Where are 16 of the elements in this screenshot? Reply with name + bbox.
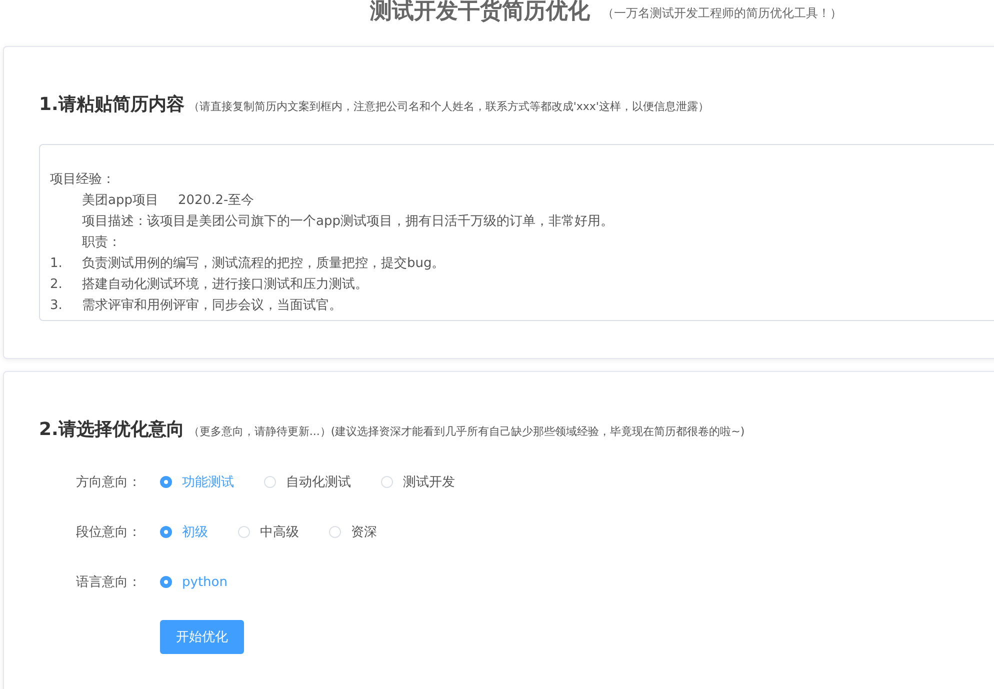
section-note: （更多意向，请静待更新...）(建议选择资深才能看到几乎所有自己缺少那些领域经验，毕竟现在简历都很卷的啦~): [188, 424, 745, 439]
radio-button[interactable]: [160, 526, 172, 538]
radio-button[interactable]: [160, 476, 172, 488]
option-label: 语言意向：: [76, 574, 142, 591]
option-label: 方向意向：: [76, 474, 142, 491]
radio-label[interactable]: 测试开发: [403, 473, 455, 491]
section-note: （请直接复制简历内文案到框内，注意把公司名和个人姓名，联系方式等都改成'xxx'这样，以便信息泄露）: [188, 99, 709, 114]
resume-textarea[interactable]: 项目经验： 美团app项目 2020.2-至今 项目描述：该项目是美团公司旗下的一个app测试项目，拥有日活千万级的订单，非常好用。 职责： 1. 负责测试用例的编写，测试流程的把控，质量把控，提交bug。 2. 搭建自动化测试环境，进行接口测试和压力测试。 3. 需求评审和用例评审，同步会议，当面试官。: [39, 144, 994, 321]
radio-label[interactable]: 资深: [351, 523, 377, 541]
page-subtitle: （一万名测试开发工程师的简历优化工具！）: [602, 5, 842, 22]
radio-button[interactable]: [160, 576, 172, 588]
section-heading: 2.请选择优化意向: [39, 418, 184, 441]
section-heading: 1.请粘贴简历内容: [39, 93, 184, 116]
option-label: 段位意向：: [76, 524, 142, 541]
radio-label[interactable]: 中高级: [260, 523, 299, 541]
radio-label[interactable]: 自动化测试: [286, 473, 351, 491]
